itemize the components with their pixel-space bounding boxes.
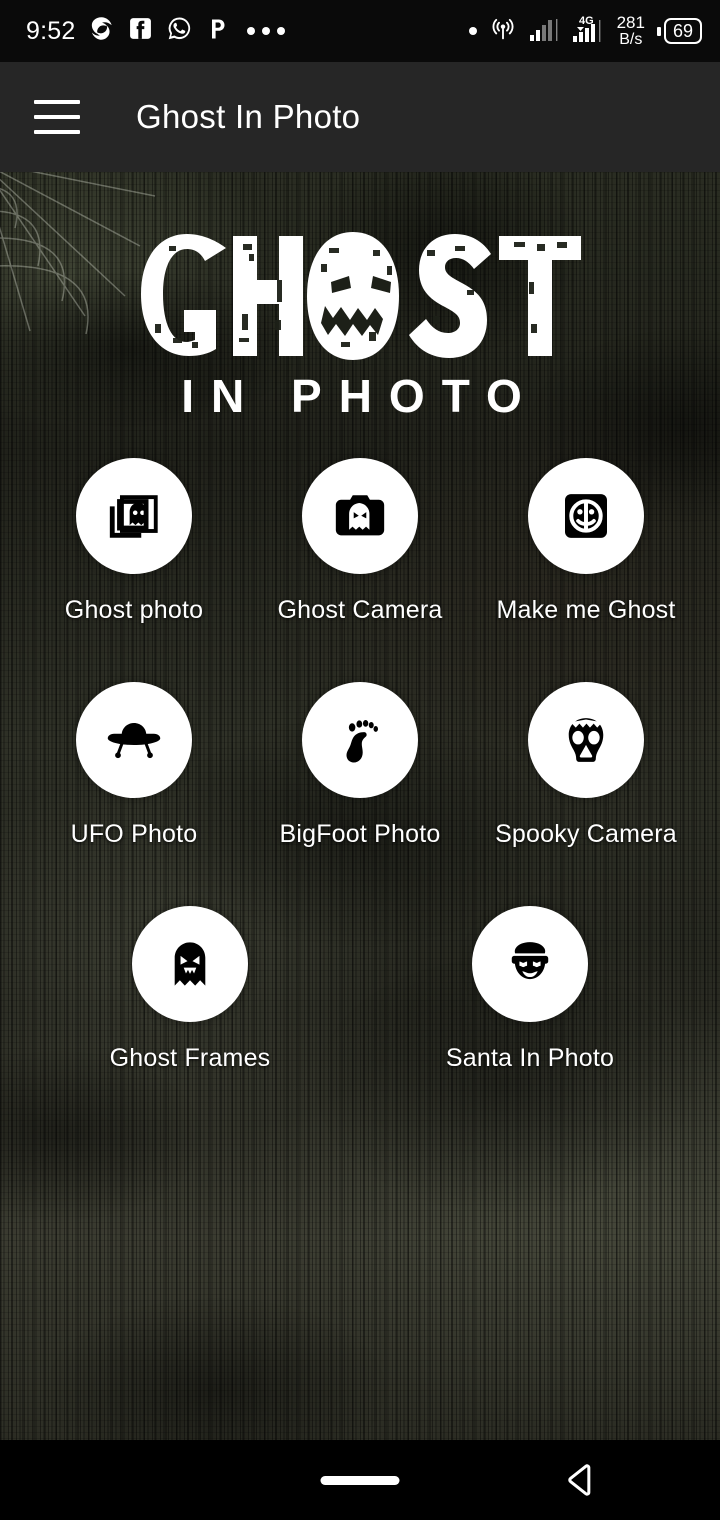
battery-nub xyxy=(656,26,661,36)
tile-ghost-camera[interactable]: Ghost Camera xyxy=(247,458,473,625)
tile-label: Ghost photo xyxy=(64,596,204,624)
feature-row-2: UFO Photo BigFoot Photo Spooky Camera xyxy=(0,682,720,849)
santa-face-icon xyxy=(511,942,549,980)
tile-label: BigFoot Photo xyxy=(279,820,441,848)
tile-label: Santa In Photo xyxy=(445,1044,615,1072)
tile-bigfoot-photo[interactable]: BigFoot Photo xyxy=(247,682,473,849)
tile-icon-bubble xyxy=(472,906,588,1022)
tile-icon-bubble xyxy=(132,906,248,1022)
tile-spooky-camera[interactable]: Spooky Camera xyxy=(473,682,699,849)
tile-ufo-photo[interactable]: UFO Photo xyxy=(21,682,247,849)
network-speed-value: 281 xyxy=(616,13,645,32)
whatsapp-icon xyxy=(166,15,193,47)
tile-ghost-photo[interactable]: Ghost photo xyxy=(21,458,247,625)
make-me-ghost-mask-icon xyxy=(565,494,607,538)
status-bar: 9:52 4G 281 B/s 69 xyxy=(0,0,720,62)
tile-make-me-ghost[interactable]: Make me Ghost xyxy=(473,458,699,625)
tile-icon-bubble xyxy=(76,682,192,798)
footprint-icon xyxy=(346,719,378,763)
signal-sim1-icon xyxy=(529,15,559,48)
tile-santa-in-photo[interactable]: Santa In Photo xyxy=(417,906,643,1073)
ghost-in-photo-logo: IN PHOTO xyxy=(141,232,581,420)
p-app-icon xyxy=(206,16,230,47)
battery-level: 69 xyxy=(663,18,702,44)
ghost-camera-icon xyxy=(335,495,385,536)
ufo-icon xyxy=(107,723,161,759)
page-title: Ghost In Photo xyxy=(136,98,361,135)
back-triangle-icon[interactable] xyxy=(563,1460,603,1500)
tile-icon-bubble xyxy=(302,458,418,574)
phone-screen: 9:52 4G 281 B/s 69 Ghost In Photo IN PHO… xyxy=(0,0,720,1520)
feature-grid: Ghost photo Ghost Camera Make me Ghost U… xyxy=(0,458,720,1081)
tile-label: Make me Ghost xyxy=(496,596,676,624)
tile-icon-bubble xyxy=(76,458,192,574)
skull-mask-icon xyxy=(568,718,604,762)
tile-icon-bubble xyxy=(302,682,418,798)
signal-sim2-4g-icon: 4G xyxy=(571,14,605,49)
facebook-icon xyxy=(128,16,153,46)
status-bar-right: 4G 281 B/s 69 xyxy=(468,14,702,49)
status-bar-clock: 9:52 xyxy=(26,16,76,45)
tile-label: UFO Photo xyxy=(70,820,198,848)
feature-row-1: Ghost photo Ghost Camera Make me Ghost xyxy=(0,458,720,625)
app-logo: IN PHOTO xyxy=(0,220,720,420)
tile-label: Spooky Camera xyxy=(495,820,677,848)
ghost-photo-stack-icon xyxy=(109,495,158,538)
tile-icon-bubble xyxy=(528,682,644,798)
home-pill-indicator[interactable] xyxy=(320,1475,400,1485)
ghost-silhouette-icon xyxy=(174,942,206,986)
hotspot-icon xyxy=(489,15,517,48)
main-content: IN PHOTO Ghost photo Ghost Camera Make m… xyxy=(0,172,720,1440)
app-bar: Ghost In Photo xyxy=(0,62,720,172)
svg-text:IN PHOTO: IN PHOTO xyxy=(181,370,539,420)
more-notifications-icon xyxy=(247,27,286,35)
status-bar-left: 9:52 xyxy=(26,15,286,47)
swirl-app-icon xyxy=(88,15,115,47)
battery-indicator: 69 xyxy=(656,18,702,44)
feature-row-3: Ghost Frames Santa In Photo xyxy=(0,906,720,1073)
tile-icon-bubble xyxy=(528,458,644,574)
hamburger-menu-icon[interactable] xyxy=(34,100,80,134)
network-speed-unit: B/s xyxy=(619,31,643,48)
tile-label: Ghost Camera xyxy=(277,596,443,624)
tile-ghost-frames[interactable]: Ghost Frames xyxy=(77,906,303,1073)
navigation-bar xyxy=(0,1440,720,1520)
tile-label: Ghost Frames xyxy=(109,1044,271,1072)
network-speed: 281 B/s xyxy=(617,14,645,48)
notification-dot xyxy=(468,27,477,35)
